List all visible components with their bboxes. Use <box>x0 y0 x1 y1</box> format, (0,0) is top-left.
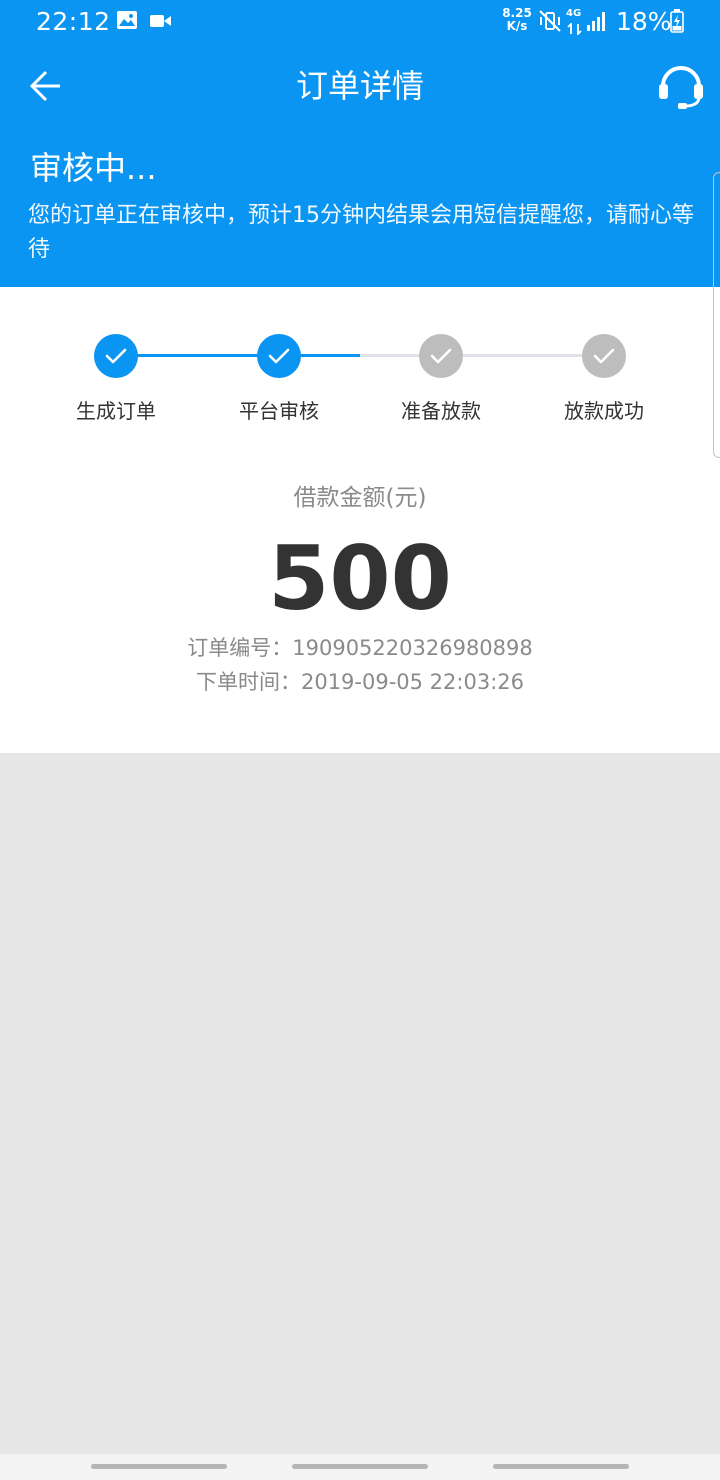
step-3-pending-icon <box>419 334 463 378</box>
image-icon <box>116 10 138 34</box>
step-4-label: 放款成功 <box>564 399 644 423</box>
order-time: 下单时间：2019-09-05 22:03:26 <box>195 670 525 694</box>
headset-icon <box>659 66 703 109</box>
scroll-indicator[interactable] <box>713 172 720 458</box>
nav-back-handle[interactable] <box>493 1464 629 1469</box>
step-1-label: 生成订单 <box>76 399 156 423</box>
signal-icon <box>586 10 608 36</box>
loan-amount-label: 借款金额(元) <box>293 485 427 511</box>
net-speed-unit: K/s <box>506 19 528 33</box>
status-bar: 22:12 8.25 K/s 4G 18% <box>0 0 720 44</box>
step-3-label: 准备放款 <box>401 399 481 423</box>
data-arrows-icon <box>567 20 583 39</box>
review-status-title: 审核中... <box>30 149 157 187</box>
page-title: 订单详情 <box>295 67 424 105</box>
step-1-done-icon <box>94 334 138 378</box>
loan-amount-value: 500 <box>268 527 452 630</box>
header-banner: 22:12 8.25 K/s 4G 18% 订单详情 审核中... 您的订单正在… <box>0 0 720 287</box>
order-number: 订单编号：19090522032698089​8 <box>187 636 533 660</box>
nav-home-handle[interactable] <box>292 1464 428 1469</box>
order-progress-card: 生成订单 平台审核 准备放款 放款成功 借款金额(元) 500 订单编号：190… <box>0 287 720 753</box>
net-speed: 8.25 K/s <box>500 7 534 33</box>
nav-recents-handle[interactable] <box>91 1464 227 1469</box>
video-icon <box>150 13 172 33</box>
progress-track-done <box>116 354 360 357</box>
status-time: 22:12 <box>36 7 111 36</box>
progress-track-pending <box>360 354 604 357</box>
battery-charging-icon <box>670 9 684 37</box>
step-4-pending-icon <box>582 334 626 378</box>
step-2-done-icon <box>257 334 301 378</box>
network-type: 4G <box>566 8 582 19</box>
review-status-description: 您的订单正在审核中，预计15分钟内结果会用短信提醒您，请耐心等待 <box>28 203 694 262</box>
nav-bar: 订单详情 <box>0 44 720 130</box>
battery-percent: 18% <box>616 7 672 36</box>
customer-service-button[interactable] <box>652 60 710 112</box>
system-navigation-bar <box>0 1454 720 1480</box>
mute-vibrate-icon <box>538 9 562 37</box>
step-2-label: 平台审核 <box>239 399 319 423</box>
